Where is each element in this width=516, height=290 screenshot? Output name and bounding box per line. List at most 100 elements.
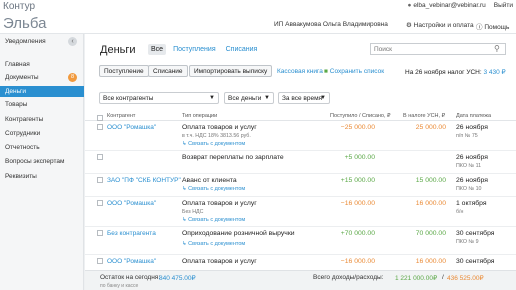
link-document[interactable]: ↳ Связать с документом [182, 241, 245, 247]
main-content: Деньги Все Поступления Списания ⚲ Поступ… [85, 34, 516, 290]
search-icon[interactable]: ⚲ [494, 44, 500, 53]
counterparty-link[interactable]: ООО "Ромашка" [107, 200, 156, 207]
tax-amount: 16 000.00 [415, 200, 446, 207]
table-row[interactable]: ООО "Ромашка" Оплата товаров и услуг в т… [85, 122, 516, 151]
tab-all[interactable]: Все [148, 44, 167, 55]
user-bar: ● elba_vebinar@vebinar.ru Выйти [407, 2, 513, 9]
table-row[interactable]: Возврат переплаты по зарплате +5 000.00 … [85, 152, 516, 174]
counterparty-link[interactable]: ООО "Ромашка" [107, 124, 156, 131]
operation-type: Возврат переплаты по зарплате [182, 154, 284, 161]
row-checkbox[interactable] [97, 258, 103, 264]
link-icon: ↳ [182, 241, 187, 247]
counterparty-link[interactable]: ЗАО "ПФ "СКБ КОНТУР" [107, 177, 181, 184]
user-email[interactable]: ● elba_vebinar@vebinar.ru [407, 2, 485, 9]
company-name[interactable]: ИП Аввакумова Ольга Владимировна [274, 21, 388, 28]
total-income: 1 221 000.00₽ [395, 275, 438, 282]
operation-type: Оплата товаров и услуг [182, 200, 257, 207]
payment-doc: б/н [456, 209, 464, 215]
help-link[interactable]: ⓘ Помощь [476, 21, 509, 31]
chevron-down-icon: ▼ [264, 95, 270, 101]
kontur-brand[interactable]: Контур [3, 1, 35, 12]
link-icon: ↳ [182, 217, 187, 223]
tax-value[interactable]: 3 430 ₽ [483, 69, 505, 76]
operation-type: Аванс от клиента [182, 177, 237, 184]
sidebar-item-employees[interactable]: Сотрудники [0, 128, 84, 139]
counterparty-link[interactable]: ООО "Ромашка" [107, 258, 156, 265]
sidebar-item-reports[interactable]: Отчетность [0, 142, 84, 153]
column-counterparty[interactable]: Контрагент [107, 113, 135, 119]
payment-date: 26 ноября [456, 177, 488, 184]
sidebar-item-counterparties[interactable]: Контрагенты [0, 114, 84, 125]
link-document[interactable]: ↳ Связать с документом [182, 141, 245, 147]
table-row[interactable]: Без контрагента Оприходование розничной … [85, 228, 516, 255]
gear-icon: ⚙ [406, 22, 412, 29]
operation-type: Оприходование розничной выручки [182, 230, 295, 237]
row-checkbox[interactable] [97, 177, 103, 183]
tab-expense[interactable]: Списания [223, 44, 261, 55]
money-tabs: Все Поступления Списания [148, 44, 260, 55]
amount-value: −25 000.00 [340, 124, 375, 131]
tab-income[interactable]: Поступления [170, 44, 219, 55]
period-filter[interactable]: За все время ▼ [278, 92, 330, 104]
link-document[interactable]: ↳ Связать с документом [182, 217, 245, 223]
row-checkbox[interactable] [97, 230, 103, 236]
sidebar-item-home[interactable]: Главная [0, 59, 84, 70]
search-input[interactable] [370, 43, 506, 55]
payment-date: 26 ноября [456, 124, 488, 131]
import-statement-button[interactable]: Импортировать выписку [189, 65, 273, 77]
tax-amount: 15 000.00 [415, 177, 446, 184]
column-date[interactable]: Дата платежа [456, 113, 491, 119]
add-expense-button[interactable]: Списание [148, 65, 188, 77]
sidebar-item-requisites[interactable]: Реквизиты [0, 171, 84, 182]
operation-vat: Без НДС [182, 209, 204, 215]
cashbook-link[interactable]: Кассовая книга [277, 68, 323, 75]
save-list-link[interactable]: ■ Сохранить список [324, 68, 384, 75]
chevron-down-icon: ▼ [209, 95, 215, 101]
amount-value: +5 000.00 [344, 154, 375, 161]
link-document[interactable]: ↳ Связать с документом [182, 186, 245, 192]
tax-amount: 16 000.00 [415, 258, 446, 265]
sidebar-item-documents[interactable]: Документы 8 [0, 72, 84, 83]
column-tax[interactable]: В налоге УСН, ₽ [403, 113, 445, 119]
payment-doc: ПКО № 10 [456, 186, 482, 192]
notifications-link[interactable]: Уведомления [5, 38, 46, 45]
sidebar-item-experts[interactable]: Вопросы экспертам [0, 156, 84, 167]
elba-logo[interactable]: Эльба [3, 15, 46, 32]
row-checkbox[interactable] [97, 124, 103, 130]
amount-value: +15 000.00 [340, 177, 375, 184]
table-row[interactable]: ЗАО "ПФ "СКБ КОНТУР" Аванс от клиента ↳ … [85, 175, 516, 197]
payment-date: 26 ноября [456, 154, 488, 161]
balance-label: Остаток на сегодня: [100, 274, 161, 281]
add-income-button[interactable]: Поступление [99, 65, 149, 77]
settings-link[interactable]: ⚙ Настройки и оплата [406, 21, 474, 29]
column-optype[interactable]: Тип операции [182, 113, 217, 119]
counterparty-link[interactable]: Без контрагента [107, 230, 156, 237]
row-checkbox[interactable] [97, 154, 103, 160]
column-amount[interactable]: Поступило / Списано, ₽ [330, 113, 391, 119]
balance-sub: по банку и кассе [100, 283, 139, 289]
app-header: Эльба ИП Аввакумова Ольга Владимировна ⚙… [0, 14, 516, 34]
user-icon: ● [407, 2, 412, 9]
money-filter[interactable]: Все деньги ▼ [224, 92, 274, 104]
counterparty-filter[interactable]: Все контрагенты ▼ [99, 92, 219, 104]
payment-doc: ПКО № 11 [456, 163, 482, 169]
totals-footer: Остаток на сегодня: 840 475.00₽ по банку… [85, 270, 516, 290]
operation-type: Оплата товаров и услуг [182, 258, 257, 265]
sidebar: Уведомления ‹ Главная Документы 8 Деньги … [0, 34, 84, 290]
logout-link[interactable]: Выйти [494, 2, 513, 9]
total-expense: 436 525.00₽ [447, 275, 484, 282]
payment-date: 1 октября [456, 200, 487, 207]
page-title: Деньги [100, 44, 136, 56]
sidebar-item-money[interactable]: Деньги [0, 86, 84, 97]
link-icon: ↳ [182, 186, 187, 192]
table-row[interactable]: ООО "Ромашка" Оплата товаров и услуг −16… [85, 256, 516, 270]
collapse-sidebar-button[interactable]: ‹ [68, 37, 77, 46]
payment-doc: п/п № 75 [456, 133, 478, 139]
documents-count-badge: 8 [68, 73, 77, 82]
tax-info: На 26 ноября налог УСН: 3 430 ₽ [405, 69, 506, 76]
row-checkbox[interactable] [97, 200, 103, 206]
balance-value[interactable]: 840 475.00₽ [159, 274, 196, 282]
help-icon: ⓘ [476, 24, 483, 31]
table-row[interactable]: ООО "Ромашка" Оплата товаров и услуг Без… [85, 198, 516, 227]
sidebar-item-goods[interactable]: Товары [0, 99, 84, 110]
